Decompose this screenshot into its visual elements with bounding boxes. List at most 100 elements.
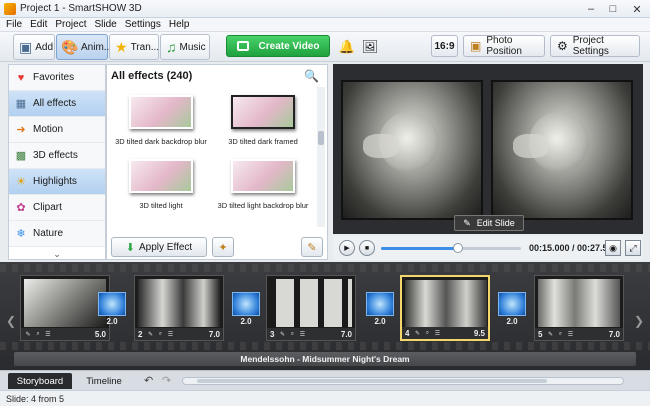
menu-slide[interactable]: Slide bbox=[94, 19, 116, 30]
slide-thumbnail[interactable]: ✎ ⌕ ☰ 5.0 bbox=[20, 275, 110, 341]
minimize-icon[interactable]: – bbox=[580, 0, 602, 18]
edit-icon[interactable]: ✎ bbox=[413, 329, 421, 337]
image-settings-icon[interactable]: 🖼 bbox=[361, 38, 379, 56]
zoom-icon[interactable]: ⌕ bbox=[556, 330, 564, 338]
slide-thumbnail-selected[interactable]: 4 ✎ ⌕ ☰ 9.5 bbox=[400, 275, 490, 341]
slide-thumbnail[interactable]: 3 ✎ ⌕ ☰ 7.0 bbox=[266, 275, 356, 341]
tab-animation[interactable]: 🎨 Anim... bbox=[56, 34, 112, 60]
chevron-left-icon[interactable]: ❮ bbox=[6, 314, 16, 328]
undo-icon[interactable]: ↶ bbox=[144, 374, 153, 387]
zoom-icon[interactable]: ⌕ bbox=[288, 330, 296, 338]
effect-label: 3D tilted light backdrop blur bbox=[217, 201, 309, 210]
slide-menu-icon[interactable]: ☰ bbox=[44, 330, 52, 338]
slide-image bbox=[405, 280, 487, 328]
playback-knob[interactable] bbox=[453, 243, 463, 253]
film-perforation bbox=[0, 342, 650, 350]
tab-add[interactable]: ▣ Add bbox=[13, 34, 55, 60]
zoom-icon[interactable]: ⌕ bbox=[34, 330, 42, 338]
slide-menu-icon[interactable]: ☰ bbox=[433, 329, 441, 337]
tab-transitions[interactable]: ★ Tran... bbox=[109, 34, 159, 60]
category-highlights[interactable]: ☀ Highlights bbox=[9, 169, 105, 195]
maximize-icon[interactable]: □ bbox=[602, 0, 624, 18]
scrollbar-thumb[interactable] bbox=[197, 379, 547, 383]
brush-button[interactable]: ✎ bbox=[301, 237, 323, 257]
slide-duration: 7.0 bbox=[340, 329, 352, 339]
zoom-icon[interactable]: ⌕ bbox=[156, 330, 164, 338]
music-track[interactable]: Mendelssohn - Midsummer Night's Dream bbox=[14, 352, 636, 366]
magic-wand-button[interactable]: ✦ bbox=[212, 237, 234, 257]
slide-thumbnail[interactable]: 2 ✎ ⌕ ☰ 7.0 bbox=[134, 275, 224, 341]
slide-number: 2 bbox=[138, 329, 143, 339]
bell-icon[interactable]: 🔔 bbox=[338, 38, 356, 56]
project-settings-button[interactable]: ⚙ Project Settings bbox=[550, 35, 640, 57]
effects-title: All effects (240) bbox=[111, 70, 193, 82]
category-label: Favorites bbox=[33, 72, 75, 83]
search-icon[interactable]: 🔍 bbox=[304, 69, 319, 83]
slide-duration: 7.0 bbox=[608, 329, 620, 339]
edit-icon[interactable]: ✎ bbox=[546, 330, 554, 338]
category-label: 3D effects bbox=[33, 150, 78, 161]
menu-file[interactable]: File bbox=[6, 19, 22, 30]
edit-icon[interactable]: ✎ bbox=[24, 330, 32, 338]
edit-slide-label: Edit Slide bbox=[476, 218, 515, 228]
effect-item[interactable]: 3D tilted dark backdrop blur bbox=[111, 95, 211, 146]
category-nature[interactable]: ❄ Nature bbox=[9, 221, 105, 247]
stop-icon[interactable]: ■ bbox=[359, 240, 375, 256]
edit-icon[interactable]: ✎ bbox=[146, 330, 154, 338]
tab-storyboard[interactable]: Storyboard bbox=[8, 373, 72, 389]
tab-add-label: Add bbox=[35, 41, 54, 53]
apply-effect-button[interactable]: ⬇ Apply Effect bbox=[111, 237, 207, 257]
menu-help[interactable]: Help bbox=[169, 19, 190, 30]
effects-scrollbar[interactable] bbox=[317, 87, 325, 227]
slide-footer: 3 ✎ ⌕ ☰ 7.0 bbox=[267, 328, 355, 340]
transition-thumbnail[interactable]: 2.0 bbox=[366, 292, 394, 328]
slide-menu-icon[interactable]: ☰ bbox=[566, 330, 574, 338]
menu-project[interactable]: Project bbox=[55, 19, 86, 30]
tab-music[interactable]: ♫ Music bbox=[160, 34, 210, 60]
add-photos-icon: ▣ bbox=[19, 38, 33, 55]
check-arrow-icon: ⬇ bbox=[125, 241, 136, 254]
tab-timeline[interactable]: Timeline bbox=[76, 373, 132, 389]
snowflake-icon: ❄ bbox=[16, 228, 26, 240]
edit-icon[interactable]: ✎ bbox=[278, 330, 286, 338]
fullscreen-icon[interactable]: ⤢ bbox=[625, 240, 641, 256]
chevron-right-icon[interactable]: ❯ bbox=[634, 314, 644, 328]
tab-animation-label: Anim... bbox=[81, 41, 113, 53]
menu-settings[interactable]: Settings bbox=[125, 19, 161, 30]
category-motion[interactable]: ➜ Motion bbox=[9, 117, 105, 143]
slide-footer: 2 ✎ ⌕ ☰ 7.0 bbox=[135, 328, 223, 340]
chevron-down-icon[interactable]: ⌄ bbox=[9, 247, 105, 261]
slide-menu-icon[interactable]: ☰ bbox=[166, 330, 174, 338]
effect-item[interactable]: 3D tilted dark framed bbox=[213, 95, 313, 146]
category-all-effects[interactable]: ▦ All effects bbox=[9, 91, 105, 117]
scrollbar-thumb[interactable] bbox=[318, 131, 324, 145]
edit-slide-button[interactable]: ✎ Edit Slide bbox=[454, 215, 524, 231]
camera-icon[interactable]: ◉ bbox=[605, 240, 621, 256]
zoom-icon[interactable]: ⌕ bbox=[423, 329, 431, 337]
category-favorites[interactable]: ♥ Favorites bbox=[9, 65, 105, 91]
slide-image bbox=[138, 279, 220, 327]
transition-thumbnail[interactable]: 2.0 bbox=[498, 292, 526, 328]
photo-detail bbox=[363, 134, 399, 158]
redo-icon[interactable]: ↷ bbox=[162, 374, 171, 387]
effect-item[interactable]: 3D tilted light backdrop blur bbox=[213, 159, 313, 210]
slide-thumbnail[interactable]: 5 ✎ ⌕ ☰ 7.0 bbox=[534, 275, 624, 341]
category-clipart[interactable]: ✿ Clipart bbox=[9, 195, 105, 221]
play-icon[interactable]: ▶ bbox=[339, 240, 355, 256]
playback-progress bbox=[381, 247, 458, 250]
timeline-scrollbar[interactable] bbox=[182, 377, 624, 385]
photo-position-button[interactable]: ▣ Photo Position bbox=[463, 35, 545, 57]
create-video-button[interactable]: Create Video bbox=[226, 35, 330, 57]
aspect-ratio-button[interactable]: 16:9 bbox=[431, 35, 458, 57]
transition-thumbnail[interactable]: 2.0 bbox=[98, 292, 126, 328]
transition-thumbnail[interactable]: 2.0 bbox=[232, 292, 260, 328]
close-icon[interactable]: ✕ bbox=[624, 0, 650, 18]
category-3d-effects[interactable]: ▩ 3D effects bbox=[9, 143, 105, 169]
effect-item[interactable]: 3D tilted light bbox=[111, 159, 211, 210]
menu-edit[interactable]: Edit bbox=[30, 19, 47, 30]
effect-thumbnail bbox=[231, 159, 295, 193]
slide-number: 5 bbox=[538, 329, 543, 339]
slide-preview[interactable]: ✎ Edit Slide bbox=[333, 64, 643, 234]
slide-menu-icon[interactable]: ☰ bbox=[298, 330, 306, 338]
playback-slider[interactable] bbox=[381, 243, 521, 253]
